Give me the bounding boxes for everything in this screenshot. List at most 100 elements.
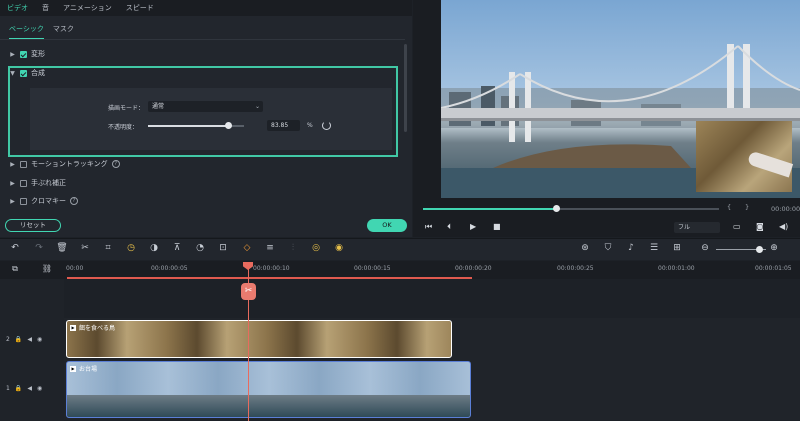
zoom-in-icon[interactable]: ⊕ xyxy=(768,243,780,253)
opacity-label: 不透明度： xyxy=(108,124,139,131)
effect-icon[interactable]: ◉ xyxy=(333,243,345,253)
track-2-controls: 2 🔒 ◀ ◉ xyxy=(6,336,42,343)
scissor-icon[interactable]: ✂ xyxy=(241,283,256,300)
section-chroma-key[interactable]: ▶ クロマキー ? xyxy=(9,196,78,206)
lock-icon[interactable]: 🔒 xyxy=(15,336,22,343)
quality-select[interactable]: フル xyxy=(674,222,720,233)
help-icon[interactable]: ? xyxy=(111,160,120,168)
reset-icon[interactable] xyxy=(322,121,331,130)
section-label: モーショントラッキング xyxy=(31,160,108,168)
crop-icon[interactable]: ⌗ xyxy=(102,243,114,253)
expand-arrow-icon[interactable]: ▶ xyxy=(9,180,16,187)
section-motion-tracking[interactable]: ▶ モーショントラッキング ? xyxy=(9,159,120,169)
adjust-icon[interactable]: ≡ xyxy=(264,243,276,253)
top-tabs: ビデオ 音 アニメーション スピード xyxy=(0,0,412,16)
help-icon[interactable]: ? xyxy=(70,197,78,205)
section-transform[interactable]: ▶ 変形 xyxy=(9,49,45,59)
speaker-icon[interactable]: ◀ xyxy=(27,385,32,392)
track-2-number: 2 xyxy=(6,336,10,343)
ruler-label: 00:00:01:00 xyxy=(658,265,695,272)
preview-scrubber[interactable] xyxy=(423,208,719,210)
add-track-icon[interactable]: ⧉ xyxy=(9,264,21,274)
transform-checkbox[interactable] xyxy=(20,50,27,58)
ruler-label: 00:00:00:05 xyxy=(151,265,188,272)
delete-icon[interactable]: 🗑 xyxy=(56,243,68,253)
list-icon[interactable]: ☰ xyxy=(648,243,660,253)
stop-icon[interactable]: ■ xyxy=(493,222,501,231)
sub-tabs: ベーシック マスク xyxy=(0,24,74,40)
clip-play-icon: ▶ xyxy=(70,324,76,331)
expand-arrow-icon[interactable]: ▶ xyxy=(9,161,16,168)
blend-mode-select[interactable]: 通常 ⌄ xyxy=(148,101,263,112)
quality-value: フル xyxy=(678,224,691,231)
chevron-down-icon: ⌄ xyxy=(254,103,260,110)
speaker-icon[interactable]: ◀ xyxy=(27,336,32,343)
ruler-label: 00:00:00:10 xyxy=(253,265,290,272)
speed-icon[interactable]: ◷ xyxy=(125,243,137,253)
cut-icon[interactable]: ✂ xyxy=(79,243,91,253)
volume-icon[interactable]: ◀) xyxy=(779,222,788,231)
timer-icon[interactable]: ◔ xyxy=(194,243,206,253)
bracket-out-icon[interactable]: } xyxy=(745,203,749,211)
keyframe-icon[interactable]: ◇ xyxy=(241,243,253,253)
link-icon[interactable]: ⛓ xyxy=(41,264,53,273)
composite-settings xyxy=(30,88,392,150)
monitor-icon[interactable]: ▭ xyxy=(733,222,741,231)
marker-icon[interactable]: ⛉ xyxy=(602,243,614,253)
video-editor: ビデオ 音 アニメーション スピード ベーシック マスク ▶ 変形 ▼ 合成 描… xyxy=(0,0,800,421)
undo-icon[interactable]: ↶ xyxy=(9,243,21,253)
track-headers xyxy=(0,279,64,421)
clip-title: お台場 xyxy=(79,366,98,373)
section-label: 手ぶれ補正 xyxy=(31,179,66,187)
expand-arrow-icon[interactable]: ▶ xyxy=(9,198,16,205)
audio-wave-icon[interactable]: ⫶ xyxy=(287,243,299,253)
section-stabilization[interactable]: ▶ 手ぶれ補正 xyxy=(9,178,66,188)
stabilization-checkbox[interactable] xyxy=(20,179,27,187)
color-icon[interactable]: ◑ xyxy=(148,243,160,253)
fit-icon[interactable]: ⊡ xyxy=(217,243,229,253)
prev-frame-icon[interactable]: ⏮ xyxy=(425,222,432,232)
camera-icon[interactable]: ◙ xyxy=(756,222,764,231)
tab-audio[interactable]: 音 xyxy=(35,0,56,16)
mic-icon[interactable]: ♪ xyxy=(625,243,637,253)
opacity-input[interactable]: 83.85 xyxy=(267,120,300,131)
tab-speed[interactable]: スピード xyxy=(119,0,161,16)
eye-icon[interactable]: ◉ xyxy=(37,336,42,343)
reset-button[interactable]: リセット xyxy=(5,219,61,232)
clip-label: ▶ 餌を食べる鳥 xyxy=(70,323,115,332)
blend-mode-label: 描画モード： xyxy=(108,105,145,112)
ruler-label: 00:00:01:05 xyxy=(755,265,792,272)
tab-animation[interactable]: アニメーション xyxy=(56,0,119,16)
zoom-out-icon[interactable]: ⊖ xyxy=(699,243,711,253)
scrollbar[interactable] xyxy=(404,44,407,132)
pip-overlay-video[interactable] xyxy=(696,121,794,192)
video-clip[interactable]: ▶ 餌を食べる鳥 xyxy=(66,320,452,358)
ruler-label: 00:00 xyxy=(66,265,84,272)
bracket-in-icon[interactable]: { xyxy=(727,203,731,211)
render-icon[interactable]: ⊛ xyxy=(579,243,591,253)
scrubber-thumb[interactable] xyxy=(553,205,561,212)
opacity-unit: % xyxy=(307,122,313,129)
zoom-slider-thumb[interactable] xyxy=(756,246,763,253)
step-back-icon[interactable]: ⏴ xyxy=(447,222,451,232)
ok-button[interactable]: OK xyxy=(367,219,407,232)
eye-icon[interactable]: ◉ xyxy=(37,385,42,392)
track-1-number: 1 xyxy=(6,385,10,392)
preview-video xyxy=(441,0,800,198)
tab-video[interactable]: ビデオ xyxy=(0,0,35,16)
snap-icon[interactable]: ⊞ xyxy=(671,243,683,253)
timecode: 00:00:00 xyxy=(771,205,800,213)
motion-tracking-checkbox[interactable] xyxy=(20,160,27,168)
expand-arrow-icon[interactable]: ▶ xyxy=(9,51,16,58)
subtab-basic[interactable]: ベーシック xyxy=(9,24,44,40)
chroma-key-checkbox[interactable] xyxy=(20,197,27,205)
play-icon[interactable]: ▶ xyxy=(470,222,476,231)
clip-play-icon: ▶ xyxy=(70,365,76,372)
freeze-frame-icon[interactable]: ⊼ xyxy=(171,243,183,253)
video-clip[interactable]: ▶ お台場 xyxy=(66,361,471,418)
section-label: クロマキー xyxy=(31,197,66,205)
subtab-mask[interactable]: マスク xyxy=(53,24,74,40)
lock-icon[interactable]: 🔒 xyxy=(15,385,22,392)
redo-icon[interactable]: ↷ xyxy=(33,243,45,253)
ai-icon[interactable]: ◎ xyxy=(310,243,322,253)
